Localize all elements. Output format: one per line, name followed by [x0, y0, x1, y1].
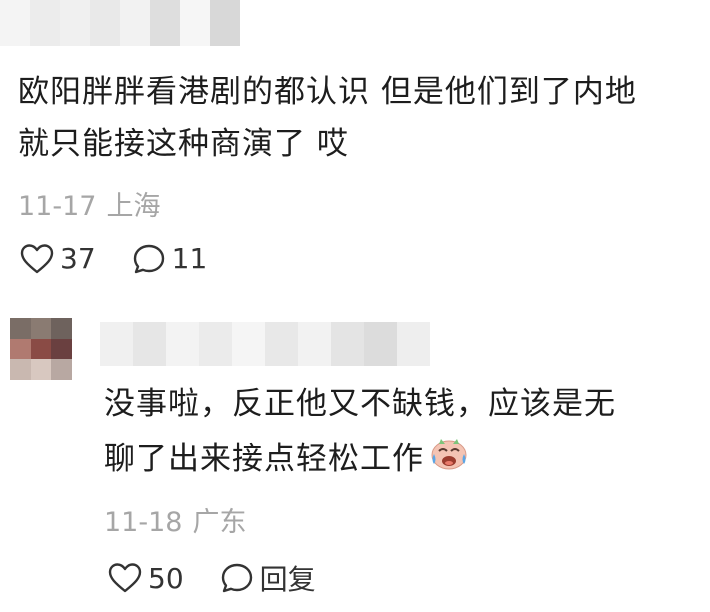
comment-1-reply-count: 11 — [171, 242, 208, 275]
comment-2-actions: 50 回复 — [108, 558, 316, 598]
comment-2-like-count: 50 — [148, 561, 184, 595]
comment-1-username-blurred[interactable] — [0, 0, 240, 46]
comment-1-text-line1: 欧阳胖胖看港剧的都认识 但是他们到了内地 — [18, 74, 637, 110]
comment-1-date: 11-17 — [18, 191, 97, 222]
comment-2-text: 没事啦，反正他又不缺钱，应该是无 聊了出来接点轻松工作 — [104, 378, 704, 488]
heart-icon — [108, 562, 142, 594]
comment-1-text: 欧阳胖胖看港剧的都认识 但是他们到了内地 就只能接这种商演了 哎 — [18, 66, 708, 170]
comment-1-meta: 11-17 上海 — [18, 184, 160, 223]
comment-2-text-line1: 没事啦，反正他又不缺钱，应该是无 — [104, 386, 616, 422]
comment-2-location: 广东 — [192, 507, 247, 538]
comment-1-text-line2: 就只能接这种商演了 哎 — [18, 126, 349, 162]
comment-1-actions: 37 11 — [20, 242, 207, 275]
comment-2-like-button[interactable]: 50 — [108, 562, 184, 595]
crying-laughing-pig-icon — [428, 430, 470, 488]
comment-1-reply-button[interactable]: 11 — [132, 242, 208, 275]
speech-bubble-icon — [132, 243, 166, 275]
comment-2-meta: 11-18 广东 — [104, 500, 246, 539]
comment-1-like-button[interactable]: 37 — [20, 242, 96, 275]
comment-2-reply-label: 回复 — [259, 563, 316, 596]
comment-1-location: 上海 — [106, 191, 161, 222]
comment-1-like-count: 37 — [60, 242, 96, 275]
comment-2-username-blurred[interactable] — [100, 322, 430, 366]
avatar[interactable] — [10, 318, 72, 380]
comment-2-reply-button[interactable]: 回复 — [220, 558, 316, 598]
comment-2-text-line2-row: 聊了出来接点轻松工作 — [104, 430, 704, 488]
comment-2-text-line2: 聊了出来接点轻松工作 — [104, 441, 424, 477]
speech-bubble-icon — [220, 562, 254, 594]
comment-2-date: 11-18 — [104, 507, 183, 538]
heart-icon — [20, 243, 54, 275]
